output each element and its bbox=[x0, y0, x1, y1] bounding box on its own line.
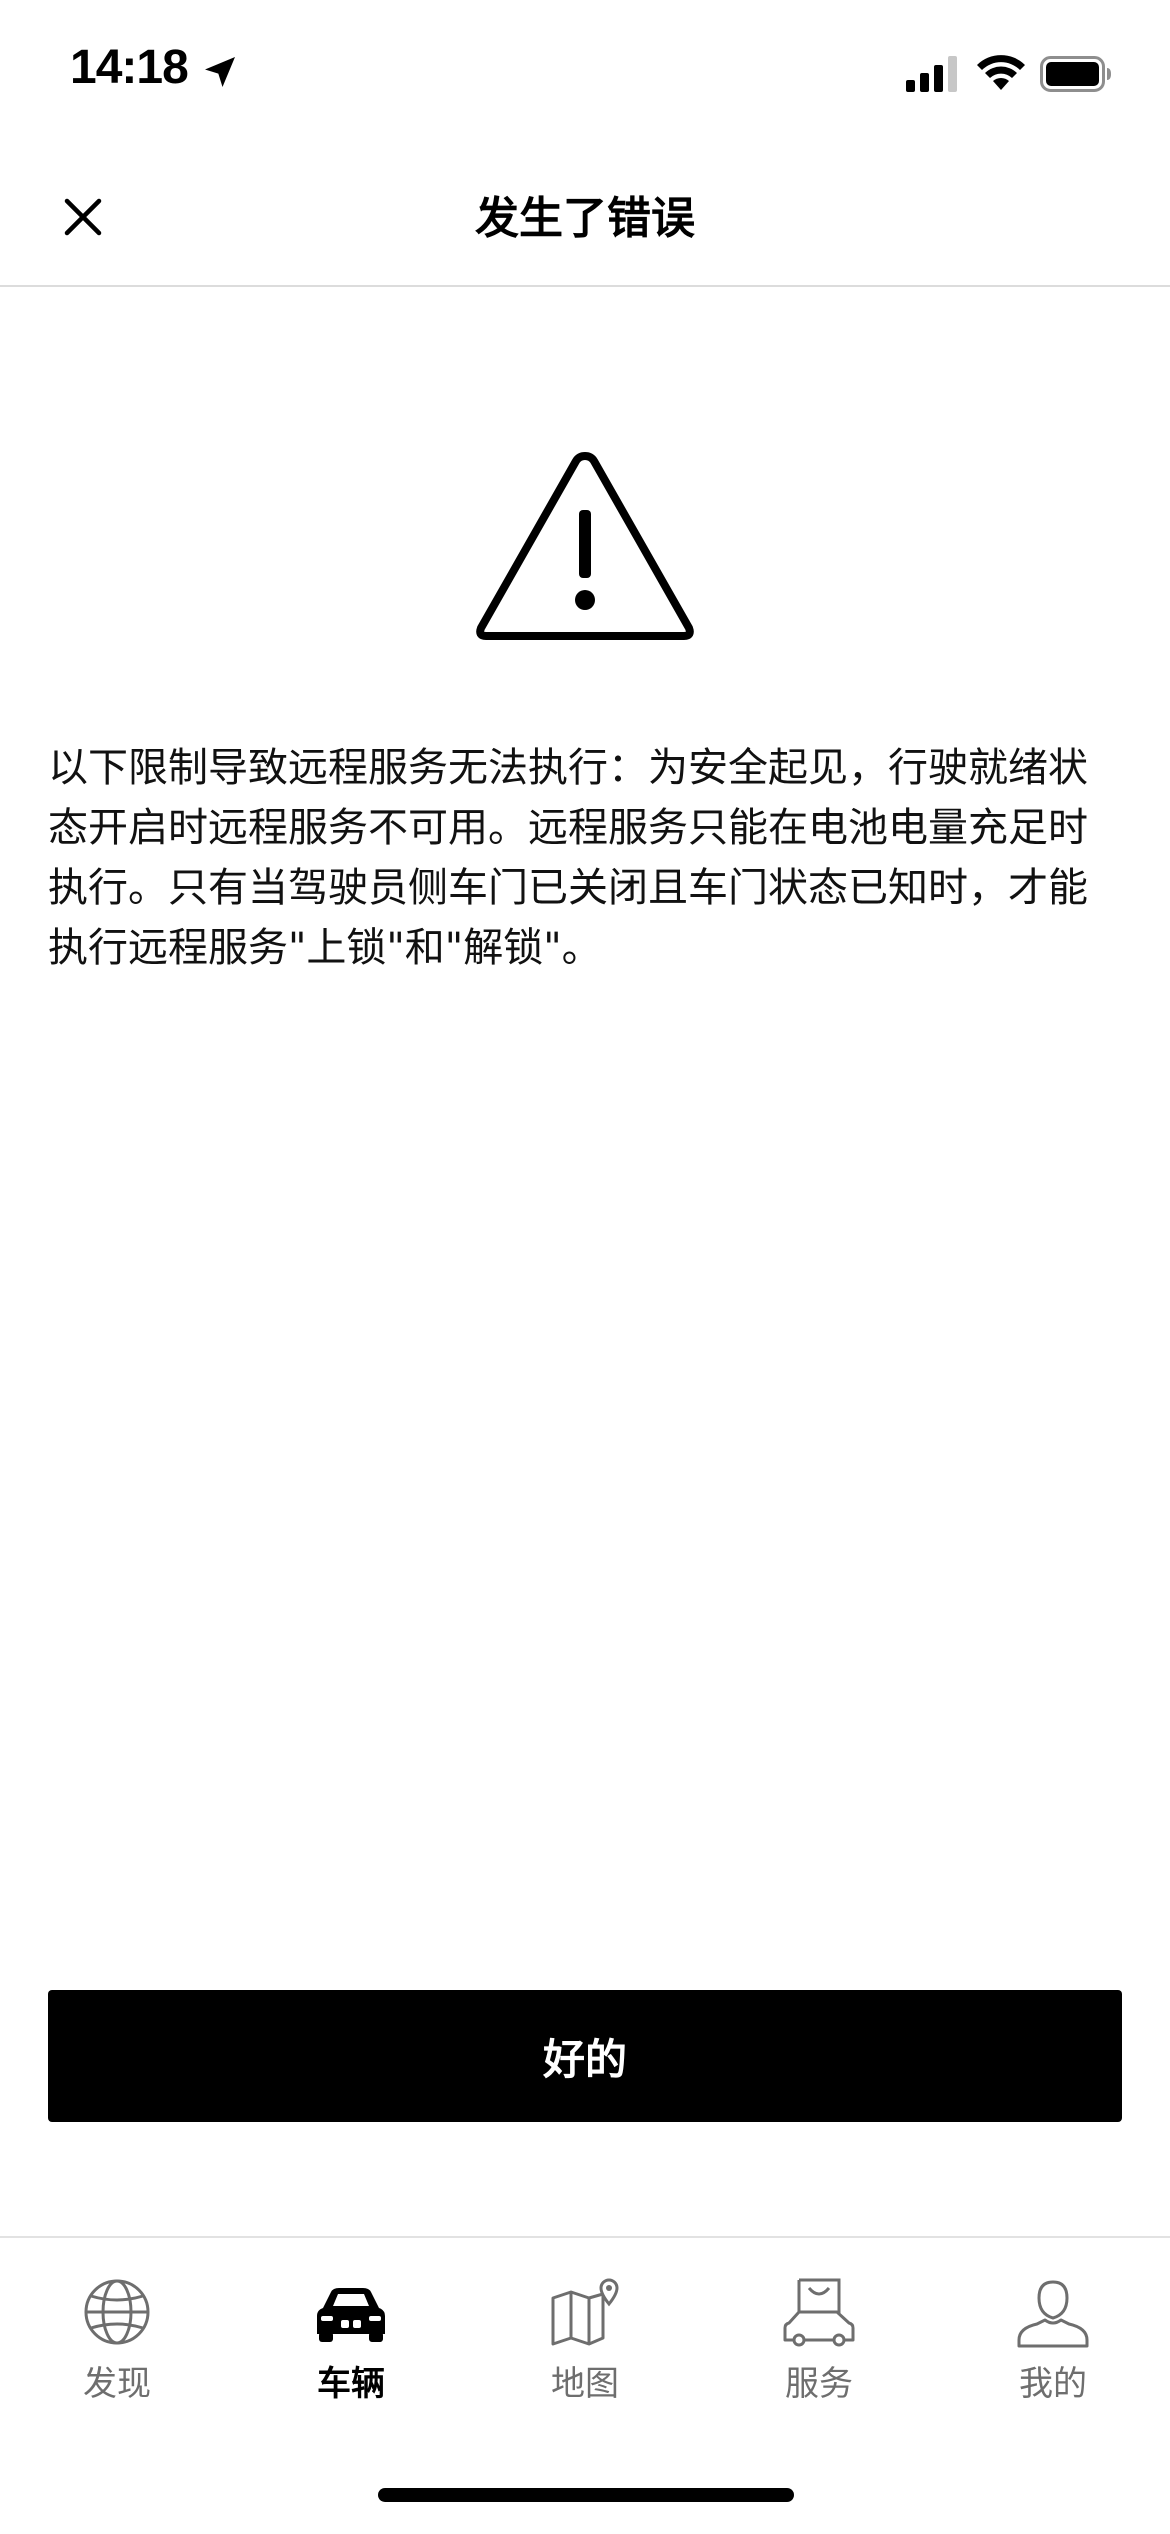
status-time: 14:18 bbox=[70, 41, 189, 94]
page-title: 发生了错误 bbox=[475, 193, 695, 244]
tab-discover[interactable]: 发现 bbox=[0, 2274, 234, 2424]
location-arrow-icon bbox=[205, 57, 235, 87]
error-message: 以下限制导致远程服务无法执行：为安全起见，行驶就绪状态开启时远程服务不可用。远程… bbox=[48, 745, 1088, 971]
tab-label: 发现 bbox=[83, 2364, 151, 2404]
wifi-icon bbox=[977, 55, 1025, 90]
tab-label: 地图 bbox=[551, 2364, 619, 2404]
home-indicator[interactable] bbox=[378, 2488, 794, 2502]
tab-label: 服务 bbox=[785, 2364, 853, 2404]
battery-icon bbox=[1040, 56, 1111, 92]
service-icon bbox=[783, 2278, 855, 2347]
warning-icon bbox=[476, 452, 694, 640]
globe-icon bbox=[84, 2279, 150, 2345]
cellular-signal-icon bbox=[906, 56, 957, 92]
status-bar: 14:18 bbox=[0, 0, 1170, 150]
tab-label: 我的 bbox=[1019, 2364, 1087, 2404]
tab-label: 车辆 bbox=[317, 2364, 385, 2404]
map-icon bbox=[551, 2278, 619, 2346]
profile-icon bbox=[1017, 2280, 1089, 2348]
tab-service[interactable]: 服务 bbox=[702, 2274, 936, 2424]
tab-map[interactable]: 地图 bbox=[468, 2274, 702, 2424]
ok-button[interactable]: 好的 bbox=[48, 1990, 1122, 2122]
car-icon bbox=[317, 2288, 385, 2342]
tab-vehicle[interactable]: 车辆 bbox=[234, 2274, 468, 2424]
nav-header: 发生了错误 bbox=[0, 150, 1170, 287]
tab-profile[interactable]: 我的 bbox=[936, 2274, 1170, 2424]
